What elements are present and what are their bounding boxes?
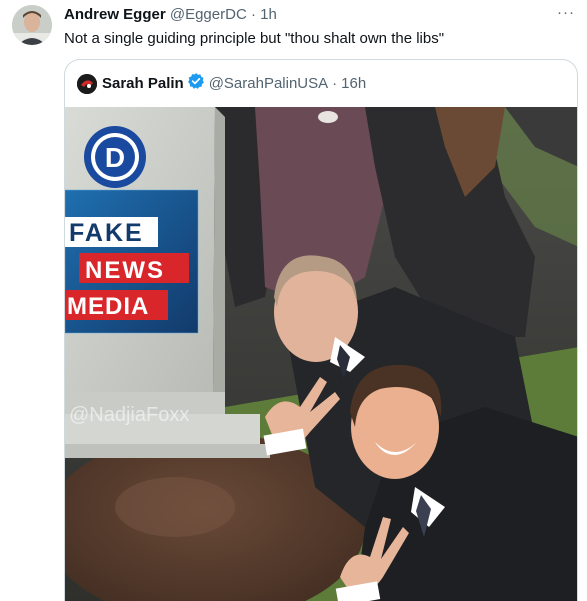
tweet-text: Not a single guiding principle but "thou…	[64, 30, 445, 47]
more-options-icon[interactable]: ···	[557, 4, 575, 21]
sign-text-media: MEDIA	[67, 293, 149, 320]
quoted-tweet[interactable]: Sarah Palin @SarahPalinUSA · 16h D FAKE …	[64, 59, 578, 601]
quoted-author-avatar[interactable]	[77, 73, 97, 94]
separator-dot: ·	[250, 6, 256, 23]
sign-text-news: NEWS	[85, 257, 165, 284]
logo-letter: D	[105, 142, 125, 173]
sign-text-fake: FAKE	[69, 219, 144, 247]
verified-badge-icon	[187, 72, 205, 95]
timestamp[interactable]: 1h	[260, 6, 277, 23]
author-handle[interactable]: @EggerDC	[170, 6, 247, 23]
quoted-author-name[interactable]: Sarah Palin	[102, 75, 184, 93]
quoted-tweet-header: Sarah Palin @SarahPalinUSA · 16h	[77, 72, 366, 95]
quoted-author-handle[interactable]: @SarahPalinUSA	[209, 75, 328, 93]
separator-dot: ·	[332, 74, 338, 92]
quoted-media-image[interactable]: D FAKE NEWS MEDIA @NadjiaFoxx	[65, 107, 577, 601]
tweet-header: Andrew Egger @EggerDC · 1h	[64, 6, 277, 24]
author-avatar[interactable]	[12, 5, 52, 45]
tweet[interactable]: Andrew Egger @EggerDC · 1h ··· Not a sin…	[0, 0, 587, 601]
author-name[interactable]: Andrew Egger	[64, 6, 166, 23]
image-watermark: @NadjiaFoxx	[69, 404, 189, 426]
quoted-timestamp[interactable]: 16h	[341, 75, 366, 93]
